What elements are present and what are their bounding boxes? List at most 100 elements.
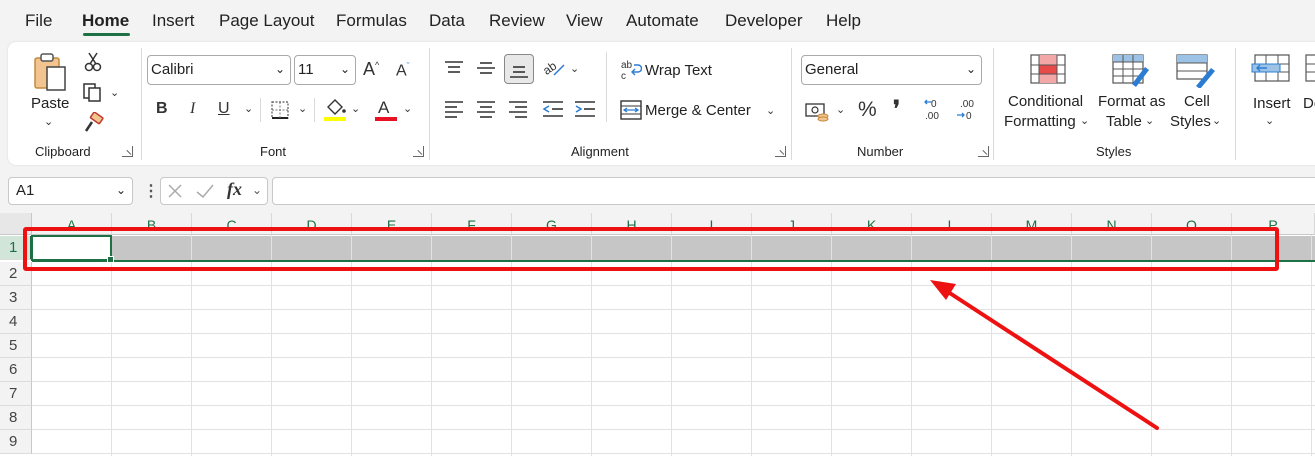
top-align-button[interactable] <box>444 60 464 81</box>
accounting-icon <box>805 103 829 122</box>
font-size-select[interactable]: 11 ⌄ <box>294 55 356 85</box>
accounting-format-button[interactable] <box>805 100 831 127</box>
menu-automate[interactable]: Automate <box>626 11 699 31</box>
fill-color-button[interactable] <box>323 97 347 128</box>
font-family-select[interactable]: Calibri ⌄ <box>147 55 291 85</box>
menu-help[interactable]: Help <box>826 11 861 31</box>
decrease-decimal-button[interactable]: .00 0 <box>956 97 980 128</box>
increase-indent-icon <box>575 101 595 117</box>
format-as-table-button[interactable] <box>1112 54 1150 93</box>
menu-bar: File Home Insert Page Layout Formulas Da… <box>0 0 1315 42</box>
formula-input[interactable] <box>272 177 1315 205</box>
menu-developer[interactable]: Developer <box>725 11 803 31</box>
conditional-formatting-button[interactable] <box>1030 54 1066 89</box>
gridline <box>1311 235 1312 456</box>
menu-view[interactable]: View <box>566 11 603 31</box>
menu-insert[interactable]: Insert <box>152 11 195 31</box>
format-painter-button[interactable] <box>82 111 104 139</box>
delete-cells-button[interactable] <box>1305 54 1315 89</box>
align-right-button[interactable] <box>508 100 528 123</box>
borders-chevron-icon[interactable]: ⌄ <box>298 102 307 115</box>
align-bottom-icon <box>510 66 528 78</box>
row-header[interactable]: 4 <box>0 310 32 334</box>
insert-cells-icon <box>1251 54 1290 82</box>
more-options-icon[interactable]: ⋮ <box>143 181 159 201</box>
percent-style-button[interactable]: % <box>858 98 877 122</box>
decrease-indent-button[interactable] <box>542 100 564 123</box>
chevron-down-icon: ⌄ <box>965 62 976 76</box>
row-header[interactable]: 9 <box>0 430 32 454</box>
menu-formulas[interactable]: Formulas <box>336 11 407 31</box>
format-as-table-chevron-icon[interactable]: ⌄ <box>1145 114 1154 127</box>
merge-center-chevron-icon[interactable]: ⌄ <box>766 104 775 117</box>
cell-styles-chevron-icon[interactable]: ⌄ <box>1212 114 1221 127</box>
merge-center-label[interactable]: Merge & Center <box>645 102 751 119</box>
increase-font-size-icon[interactable]: A^ <box>363 59 379 80</box>
underline-chevron-icon[interactable]: ⌄ <box>244 102 253 115</box>
row-header[interactable]: 5 <box>0 334 32 358</box>
menu-data[interactable]: Data <box>429 11 465 31</box>
name-box[interactable]: A1 ⌄ <box>8 177 133 205</box>
underline-button[interactable]: U <box>218 100 230 118</box>
svg-text:0: 0 <box>931 99 937 110</box>
cancel-icon[interactable] <box>167 183 183 199</box>
middle-align-button[interactable] <box>476 60 496 81</box>
divider <box>314 98 315 122</box>
cut-button[interactable] <box>84 52 102 77</box>
borders-icon <box>271 101 289 119</box>
insert-cells-button[interactable] <box>1251 54 1291 89</box>
paste-button[interactable] <box>32 52 70 97</box>
menu-file[interactable]: File <box>25 11 52 31</box>
divider <box>993 48 994 160</box>
font-color-chevron-icon[interactable]: ⌄ <box>403 102 412 115</box>
font-size-value: 11 <box>298 61 314 78</box>
annotation-arrow-icon <box>930 280 1159 430</box>
increase-indent-button[interactable] <box>574 100 596 123</box>
align-left-button[interactable] <box>444 100 464 123</box>
enter-checkmark-icon[interactable] <box>195 183 215 199</box>
fill-color-chevron-icon[interactable]: ⌄ <box>351 102 360 115</box>
row-header[interactable]: 7 <box>0 382 32 406</box>
font-color-button[interactable]: A <box>374 96 398 127</box>
bold-button[interactable]: B <box>156 100 168 118</box>
svg-text:ab: ab <box>621 60 633 71</box>
insert-function-button[interactable]: fx <box>227 179 242 200</box>
italic-button[interactable]: I <box>190 100 195 118</box>
font-launcher-icon[interactable] <box>413 146 424 157</box>
number-format-select[interactable]: General ⌄ <box>801 55 982 85</box>
orientation-chevron-icon[interactable]: ⌄ <box>570 62 579 75</box>
row-header[interactable]: 6 <box>0 358 32 382</box>
chevron-down-icon[interactable]: ⌄ <box>252 183 262 197</box>
decrease-font-size-icon[interactable]: Aˇ <box>396 61 410 80</box>
paste-label: Paste <box>31 95 70 112</box>
insert-cells-chevron-icon[interactable]: ⌄ <box>1265 114 1274 127</box>
cell-styles-icon <box>1176 54 1215 89</box>
cell-styles-button[interactable] <box>1176 54 1216 93</box>
copy-chevron-icon[interactable]: ⌄ <box>110 86 119 99</box>
alignment-launcher-icon[interactable] <box>775 146 786 157</box>
svg-text:ab: ab <box>542 58 559 77</box>
menu-page-layout[interactable]: Page Layout <box>219 11 314 31</box>
conditional-formatting-chevron-icon[interactable]: ⌄ <box>1080 114 1089 127</box>
conditional-formatting-label-1: Conditional <box>1008 93 1084 110</box>
row-header[interactable]: 3 <box>0 286 32 310</box>
number-format-value: General <box>805 61 859 78</box>
wrap-text-label[interactable]: Wrap Text <box>645 62 712 79</box>
divider <box>606 52 607 122</box>
borders-button[interactable] <box>270 100 290 125</box>
copy-button[interactable] <box>82 82 104 107</box>
comma-style-button[interactable]: ❜ <box>893 96 900 122</box>
align-center-button[interactable] <box>476 100 496 123</box>
number-launcher-icon[interactable] <box>978 146 989 157</box>
menu-home[interactable]: Home <box>82 11 129 31</box>
accounting-chevron-icon[interactable]: ⌄ <box>836 103 845 116</box>
menu-review[interactable]: Review <box>489 11 545 31</box>
clipboard-launcher-icon[interactable] <box>122 146 133 157</box>
wrap-text-button[interactable]: ab c <box>620 59 643 86</box>
bottom-align-button[interactable] <box>504 54 534 84</box>
orientation-button[interactable]: ab <box>540 58 566 83</box>
row-header[interactable]: 8 <box>0 406 32 430</box>
increase-decimal-button[interactable]: 0 .00 <box>923 97 947 128</box>
paste-chevron-icon[interactable]: ⌄ <box>44 115 53 128</box>
merge-center-button[interactable] <box>620 99 642 126</box>
